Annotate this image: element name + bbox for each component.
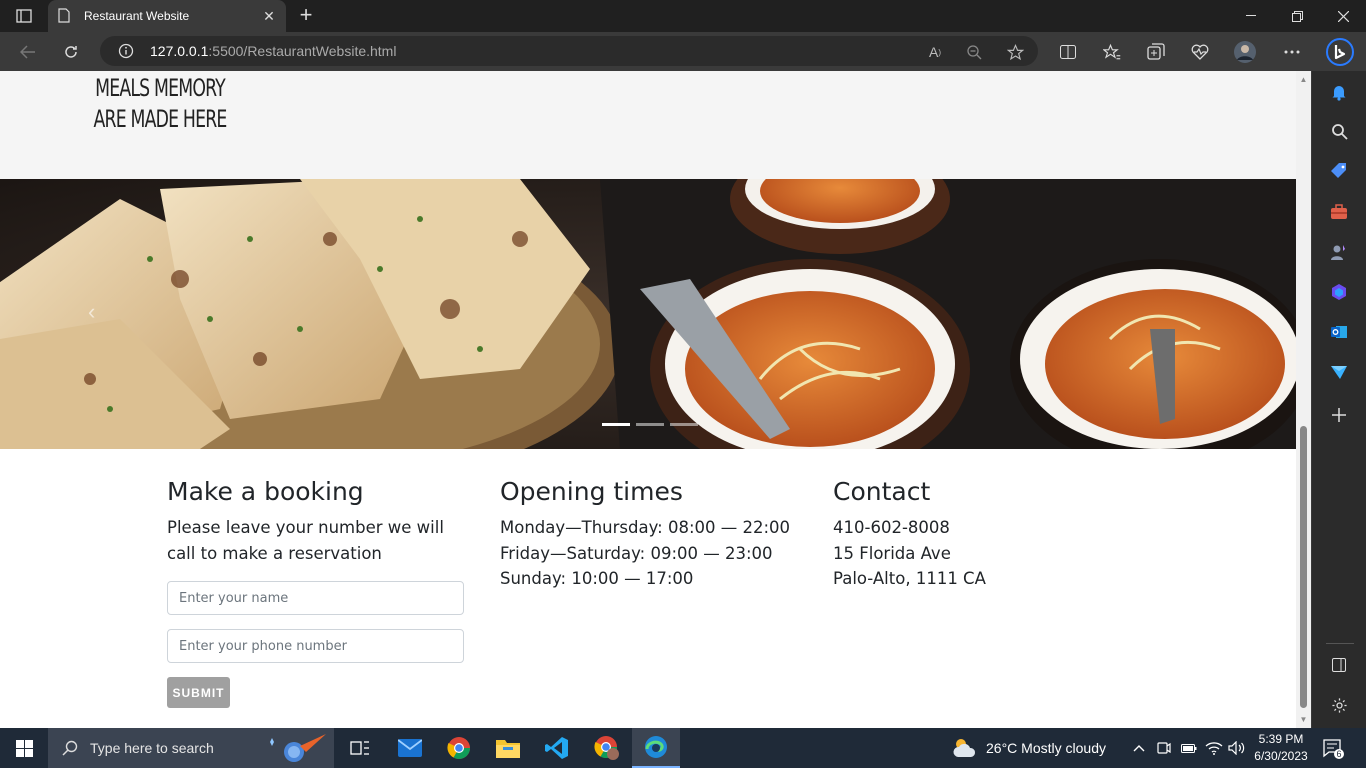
booking-heading: Make a booking [167,477,364,506]
tagline: MEALS MEMORY ARE MADE HERE [80,73,240,135]
add-sidebar-app-icon[interactable] [1329,405,1349,425]
meet-now-icon[interactable] [1157,728,1171,768]
carousel-indicator-2[interactable] [636,423,664,426]
split-screen-icon[interactable] [1055,39,1081,65]
windows-start-icon[interactable] [0,728,48,768]
booking-section: Make a booking Please leave your number … [167,477,467,708]
cloudy-weather-icon [952,737,978,759]
scroll-thumb[interactable] [1300,426,1307,708]
carousel-indicator-1[interactable] [602,423,630,426]
taskbar-search-box[interactable]: Type here to search [48,728,334,768]
site-info-icon[interactable] [118,43,134,59]
show-hidden-icons-icon[interactable] [1133,728,1145,768]
microsoft-365-icon[interactable] [1329,282,1349,302]
taskbar-search-placeholder: Type here to search [90,740,214,756]
sidebar-settings-gear-icon[interactable] [1329,695,1349,715]
hours-line: Friday—Saturday: 09:00 — 23:00 [500,543,773,563]
refresh-icon[interactable] [58,39,84,65]
wifi-icon[interactable] [1205,728,1223,768]
url-host: 127.0.0.1 [150,43,209,59]
header-section: MEALS MEMORY ARE MADE HERE [0,71,1296,179]
mail-icon[interactable] [386,728,434,768]
windows-taskbar: Type here to search 26°C Mostly cloudy 5… [0,728,1366,768]
contact-street: 15 Florida Ave [833,543,951,563]
contact-heading: Contact [833,477,931,506]
edge-browser-icon[interactable] [632,728,680,768]
weather-widget[interactable]: 26°C Mostly cloudy [952,728,1106,768]
file-explorer-icon[interactable] [484,728,532,768]
notification-count-badge: 6 [1336,749,1342,759]
scroll-down-icon[interactable]: ▼ [1299,715,1308,724]
favorites-icon[interactable] [1099,39,1125,65]
contact-phone: 410-602-8008 [833,518,950,537]
read-aloud-icon[interactable]: A) [926,43,944,61]
tab-actions-icon[interactable] [8,4,40,28]
chrome-icon[interactable] [435,728,483,768]
scroll-up-icon[interactable]: ▲ [1299,75,1308,84]
chrome-profile-icon[interactable] [583,728,631,768]
clock-time: 5:39 PM [1258,732,1304,746]
more-options-icon[interactable] [1279,39,1305,65]
page-scrollbar[interactable]: ▲ ▼ [1296,71,1311,728]
tagline-line-1: MEALS MEMORY [95,74,226,102]
booking-description: Please leave your number we will call to… [167,518,444,563]
taskbar-clock[interactable]: 5:39 PM 6/30/2023 [1250,731,1312,765]
browser-tab[interactable]: Restaurant Website ✕ [48,0,286,32]
shopping-tag-icon[interactable] [1329,161,1349,181]
tab-title: Restaurant Website [84,9,190,23]
close-tab-icon[interactable]: ✕ [262,8,276,25]
vscode-icon[interactable] [533,728,581,768]
profile-avatar[interactable] [1232,39,1258,65]
outlook-icon[interactable] [1329,322,1349,342]
phone-input[interactable] [167,629,464,663]
page-viewport: MEALS MEMORY ARE MADE HERE ‹ Make a book… [0,71,1296,728]
collections-icon[interactable] [1143,39,1169,65]
task-view-icon[interactable] [336,728,384,768]
name-input[interactable] [167,581,464,615]
tagline-line-2: ARE MADE HERE [93,105,227,133]
battery-icon[interactable] [1181,728,1197,768]
notifications-icon[interactable]: 6 [1322,728,1344,768]
bing-copilot-icon[interactable] [1325,37,1355,67]
tools-briefcase-icon[interactable] [1329,202,1349,222]
browser-toolbar: 127.0.0.1:5500/RestaurantWebsite.html A) [0,32,1366,71]
volume-icon[interactable] [1228,728,1246,768]
carousel-indicator-3[interactable] [670,423,698,426]
performance-icon[interactable] [1187,39,1213,65]
favorite-star-icon[interactable] [1006,43,1024,61]
search-icon[interactable] [1329,121,1349,141]
zoom-out-icon[interactable] [965,43,983,61]
page-icon [58,8,72,24]
contact-section: Contact 410-602-8008 15 Florida Ave Palo… [833,477,1133,592]
new-tab-icon[interactable]: + [294,4,318,28]
opening-times-section: Opening times Monday—Thursday: 08:00 — 2… [500,477,800,592]
food-carousel[interactable]: ‹ [0,179,1296,449]
sidebar-divider [1326,643,1354,644]
carousel-indicators [602,423,698,426]
games-icon[interactable] [1329,242,1349,262]
opening-times-heading: Opening times [500,477,683,506]
submit-button[interactable]: SUBMIT [167,677,230,708]
browser-titlebar: Restaurant Website ✕ + [0,0,1366,32]
clock-date: 6/30/2023 [1254,749,1308,763]
drop-send-icon[interactable] [1329,362,1349,382]
address-bar[interactable]: 127.0.0.1:5500/RestaurantWebsite.html A) [100,36,1038,66]
hours-line: Sunday: 10:00 — 17:00 [500,569,694,588]
notification-bell-icon[interactable] [1329,82,1349,102]
edge-sidebar [1311,71,1366,728]
weather-text: 26°C Mostly cloudy [986,740,1106,756]
minimize-icon[interactable] [1228,0,1274,32]
back-arrow-icon[interactable] [15,39,41,65]
hours-line: Monday—Thursday: 08:00 — 22:00 [500,518,791,537]
url-path: :5500/RestaurantWebsite.html [208,43,397,59]
close-window-icon[interactable] [1320,0,1366,32]
hide-sidebar-icon[interactable] [1329,655,1349,675]
contact-city: Palo-Alto, 1111 CA [833,569,986,588]
food-photo [0,179,1296,449]
search-highlight-icon [260,732,330,764]
restore-icon[interactable] [1274,0,1320,32]
search-icon [62,740,78,756]
carousel-prev-icon[interactable]: ‹ [88,299,108,329]
